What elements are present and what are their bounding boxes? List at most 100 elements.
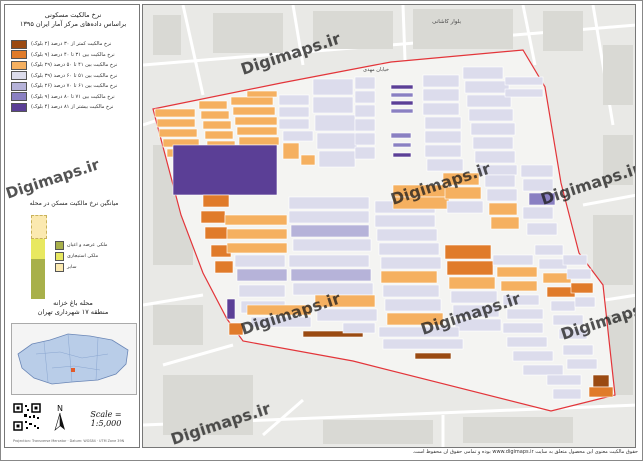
- city-block: [232, 106, 276, 116]
- city-block: [288, 196, 370, 210]
- legend-item: نرخ مالکیت بین ۵۱ تا ۶۰ درصد (۳۹ بلوک): [11, 71, 137, 82]
- legend-label: نرخ مالکیت بین ۵۱ تا ۶۰ درصد (۳۹ بلوک): [31, 72, 118, 79]
- city-block: [512, 350, 554, 362]
- city-block: [446, 260, 494, 276]
- city-block: [470, 122, 516, 136]
- ownership-label: ملکی استیجاری: [67, 254, 99, 259]
- city-block: [502, 322, 544, 334]
- city-block: [312, 96, 354, 114]
- location-marker-icon: [71, 368, 75, 372]
- city-block: [204, 226, 228, 240]
- city-block: [520, 164, 554, 178]
- ownership-segment-owned: [31, 259, 45, 299]
- city-block: [318, 150, 356, 168]
- ownership-segment-rent: [31, 239, 45, 259]
- projection-note: Projection: Transverse Mercator · Datum:…: [13, 439, 125, 443]
- city-block: [424, 144, 462, 158]
- city-block: [156, 118, 196, 128]
- city-block: [592, 374, 610, 388]
- map-svg: بلوار کاشانی خیابان مهدی Digimaps.ir Dig…: [143, 5, 635, 447]
- city-block: [214, 260, 234, 274]
- city-block: [392, 142, 412, 148]
- city-block: [290, 224, 370, 238]
- city-block: [488, 202, 518, 216]
- legend-label: نرخ مالکیت بین ۶۱ تا ۷۰ درصد (۲۶ بلوک): [31, 83, 118, 90]
- city-block: [342, 322, 376, 334]
- city-block: [490, 216, 520, 230]
- city-block: [226, 228, 288, 240]
- legend-label: نرخ مالکیت بین ۷۱ تا ۸۰ درصد (۹ بلوک): [31, 93, 115, 100]
- city-block: [234, 116, 278, 126]
- city-block: [506, 336, 548, 348]
- ownership-legend: ملکی عرصه و اعیان ملکی استیجاری سایر: [55, 240, 135, 273]
- ownership-swatch: [55, 241, 64, 250]
- tehran-outline: [17, 333, 129, 385]
- city-block: [422, 74, 460, 88]
- city-block: [226, 298, 236, 320]
- city-block: [380, 270, 438, 284]
- city-block: [224, 214, 288, 226]
- city-block: [204, 130, 234, 140]
- city-block: [384, 298, 442, 312]
- city-block: [492, 254, 534, 266]
- city-block: [422, 88, 460, 102]
- city-block: [292, 238, 372, 252]
- city-block: [444, 244, 492, 260]
- city-block: [312, 78, 354, 96]
- city-block: [288, 254, 370, 268]
- city-block: [238, 136, 280, 146]
- tehran-inset-map: [11, 323, 137, 395]
- city-block: [200, 110, 230, 120]
- scale-label: Scale = 1:5,000: [90, 410, 122, 428]
- city-block: [448, 276, 496, 290]
- city-block: [462, 66, 504, 80]
- area-title-line1: محله باغ خزانه: [53, 299, 93, 307]
- tehran-inset-svg: [17, 333, 129, 385]
- legend-label: نرخ مالکیت بیشتر از ۸۱ درصد (۴ بلوک): [31, 104, 114, 111]
- city-block: [282, 130, 314, 142]
- legend-swatch: [11, 60, 27, 70]
- city-block: [390, 100, 414, 106]
- city-block: [354, 76, 376, 90]
- ownership-label: سایر: [67, 265, 77, 270]
- svg-text:N: N: [57, 404, 63, 413]
- ownership-legend-item: سایر: [55, 262, 135, 273]
- city-block: [278, 106, 310, 118]
- city-block: [378, 242, 440, 256]
- city-block: [424, 130, 462, 144]
- ownership-label: ملکی عرصه و اعیان: [67, 243, 108, 248]
- city-block: [158, 128, 198, 138]
- city-block: [236, 126, 278, 136]
- legend-list: نرخ مالکیت کمتر از ۳۰ درصد (۲ بلوک) نرخ م…: [11, 39, 137, 113]
- city-block: [354, 104, 376, 118]
- city-block: [464, 80, 510, 94]
- city-block: [354, 118, 376, 132]
- city-block: [354, 146, 376, 160]
- north-arrow-icon: N: [54, 404, 65, 431]
- city-block: [390, 108, 414, 114]
- city-block: [300, 154, 316, 166]
- city-block: [200, 210, 226, 224]
- city-block: [290, 268, 372, 282]
- ownership-stacked-bar: [31, 215, 47, 299]
- ownership-legend-item: ملکی عرصه و اعیان: [55, 240, 135, 251]
- city-block: [534, 244, 564, 256]
- city-block: [236, 268, 288, 282]
- city-block: [424, 116, 462, 130]
- city-block: [566, 358, 598, 370]
- city-block: [238, 284, 286, 298]
- city-block: [392, 152, 412, 158]
- city-block: [468, 108, 514, 122]
- city-block: [380, 256, 442, 270]
- city-block: [466, 94, 512, 108]
- city-block: [382, 338, 464, 350]
- copyright-credit: حقوق مالکیت معنوی این محصول متعلق به سای…: [412, 449, 638, 455]
- ownership-legend-item: ملکی استیجاری: [55, 251, 135, 262]
- city-block: [550, 300, 576, 312]
- city-block: [574, 296, 596, 308]
- city-block: [382, 284, 440, 298]
- city-block: [588, 386, 614, 398]
- city-block: [282, 142, 300, 160]
- city-block: [198, 100, 228, 110]
- city-block: [562, 344, 594, 356]
